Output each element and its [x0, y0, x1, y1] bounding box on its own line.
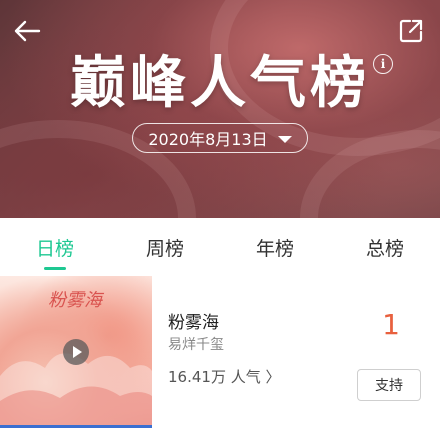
- header-banner: 巅峰人气榜 i 2020年8月13日: [0, 0, 440, 218]
- song-title[interactable]: 粉雾海: [168, 308, 219, 333]
- song-card[interactable]: 粉雾海 粉雾海 易烊千玺 16.41万 人气 〉 1 支持: [0, 274, 440, 434]
- tab-weekly[interactable]: 周榜: [110, 218, 220, 274]
- tab-yearly[interactable]: 年榜: [220, 218, 330, 274]
- play-icon[interactable]: [63, 339, 89, 365]
- date-label: 2020年8月13日: [148, 130, 268, 149]
- album-cover[interactable]: 粉雾海: [0, 276, 152, 428]
- support-button[interactable]: 支持: [357, 369, 421, 401]
- tab-total[interactable]: 总榜: [330, 218, 440, 274]
- caret-down-icon: [277, 135, 292, 143]
- cover-title-text: 粉雾海: [48, 290, 102, 311]
- popularity-count[interactable]: 16.41万 人气 〉: [168, 366, 280, 387]
- info-icon[interactable]: i: [373, 54, 393, 74]
- ranking-tabs: 日榜 周榜 年榜 总榜: [0, 218, 440, 275]
- rank-number: 1: [382, 308, 400, 341]
- artist-name[interactable]: 易烊千玺: [168, 334, 224, 354]
- date-selector[interactable]: 2020年8月13日: [132, 123, 308, 153]
- page-title: 巅峰人气榜: [70, 51, 370, 116]
- tab-daily[interactable]: 日榜: [0, 218, 110, 274]
- cover-bottom-bar: [0, 425, 152, 428]
- cover-cloud-art: [0, 353, 152, 428]
